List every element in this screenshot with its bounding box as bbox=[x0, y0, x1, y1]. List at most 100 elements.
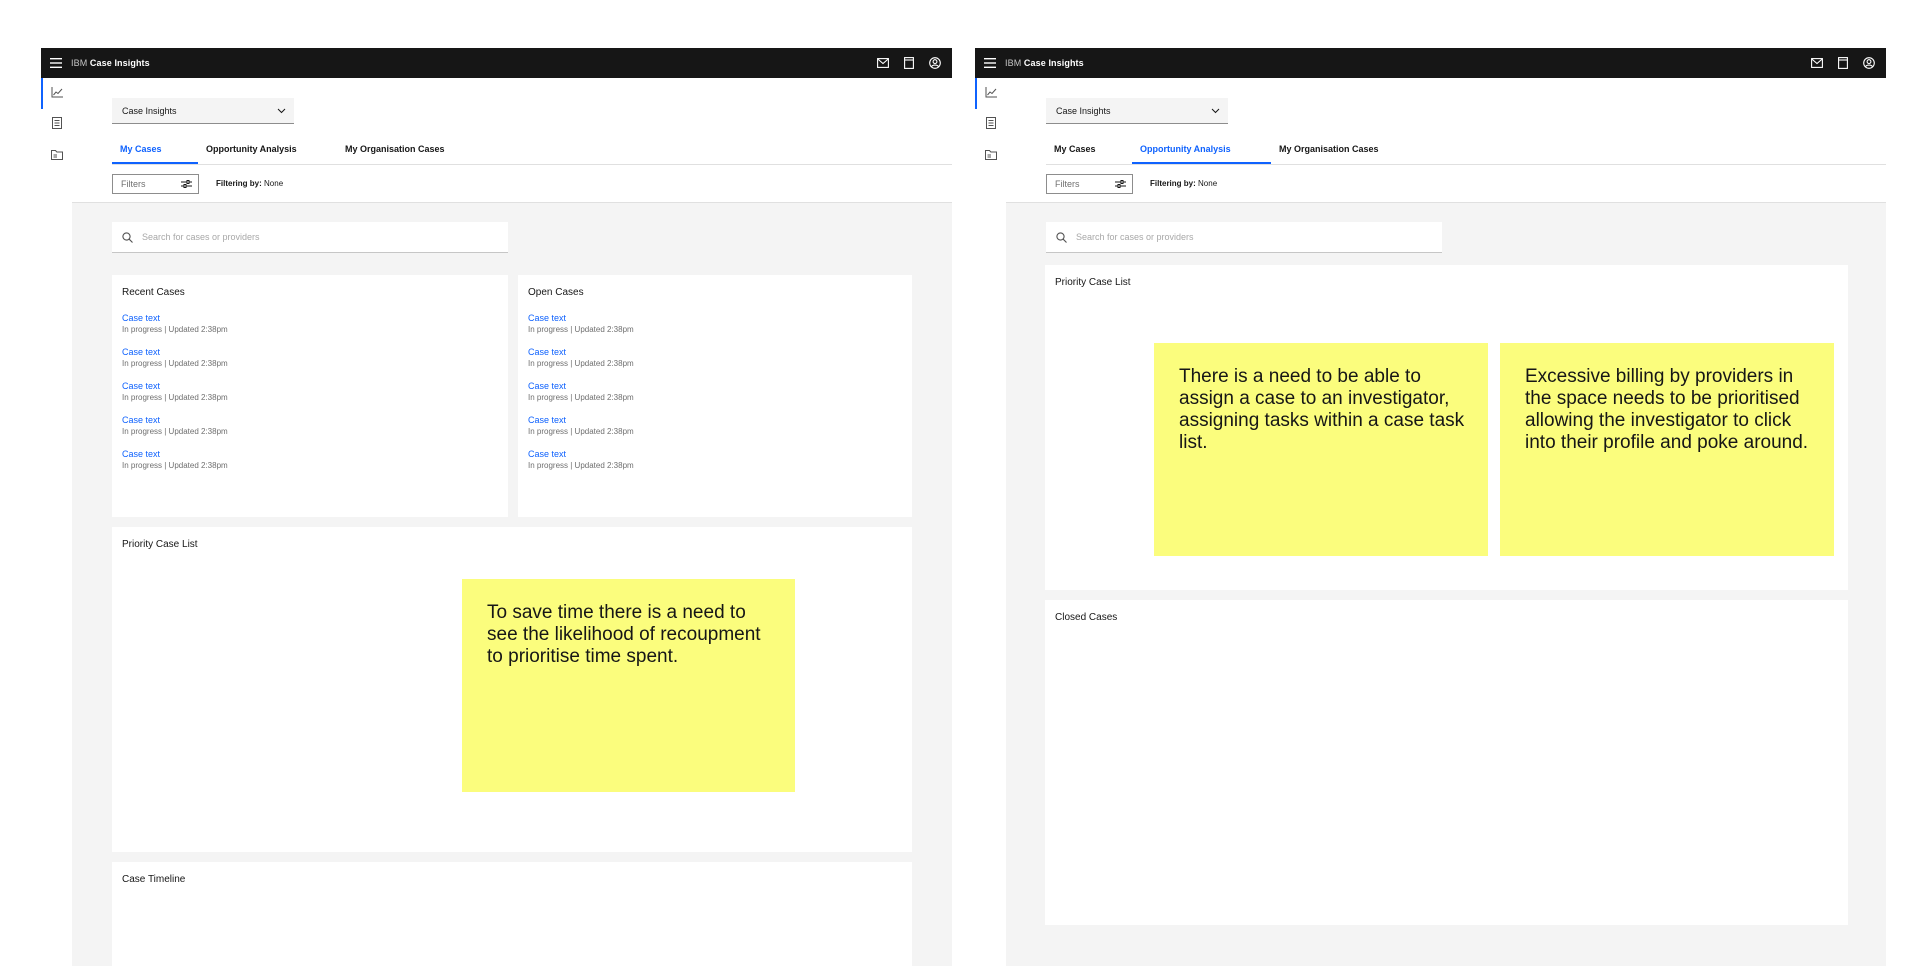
page-header: Case Insights My Cases Opportunity Analy… bbox=[1006, 78, 1886, 203]
tab-my-organisation-cases[interactable]: My Organisation Cases bbox=[337, 144, 457, 164]
case-link[interactable]: Case text bbox=[528, 449, 634, 460]
list-item: Case text In progress | Updated 2:38pm bbox=[122, 313, 228, 347]
analytics-chart-icon bbox=[985, 85, 997, 103]
folder-icon bbox=[50, 147, 63, 165]
case-status: In progress | Updated 2:38pm bbox=[528, 359, 634, 368]
mail-icon[interactable] bbox=[872, 48, 894, 78]
case-link[interactable]: Case text bbox=[528, 347, 634, 358]
document-list-icon bbox=[51, 116, 62, 134]
case-link[interactable]: Case text bbox=[528, 381, 634, 392]
filters-button[interactable]: Filters bbox=[1046, 174, 1133, 194]
open-cases-card: Open Cases Case text In progress | Update… bbox=[518, 275, 912, 517]
case-link[interactable]: Case text bbox=[528, 313, 634, 324]
tab-my-cases[interactable]: My Cases bbox=[1046, 144, 1132, 164]
page-header: Case Insights My Cases Opportunity Analy… bbox=[72, 78, 952, 203]
sticky-note: To save time there is a need to see the … bbox=[462, 579, 795, 792]
card-title: Recent Cases bbox=[122, 287, 185, 298]
notebook-icon[interactable] bbox=[1832, 48, 1854, 78]
case-status: In progress | Updated 2:38pm bbox=[528, 461, 634, 470]
product-name[interactable]: IBM Case Insights bbox=[1005, 58, 1084, 68]
top-bar: IBM Case Insights bbox=[41, 48, 952, 78]
case-status: In progress | Updated 2:38pm bbox=[122, 393, 228, 402]
case-link[interactable]: Case text bbox=[122, 415, 228, 426]
list-item: Case text In progress | Updated 2:38pm bbox=[528, 347, 634, 381]
filtering-status: Filtering by: None bbox=[216, 179, 284, 188]
card-title: Case Timeline bbox=[122, 874, 186, 885]
top-bar: IBM Case Insights bbox=[975, 48, 1886, 78]
sticky-note: Excessive billing by providers in the sp… bbox=[1500, 343, 1834, 556]
app-frame-opportunity-analysis: IBM Case Insights Case Insights My Cases… bbox=[975, 48, 1886, 966]
app-frame-my-cases: IBM Case Insights Case Insights My Cases… bbox=[41, 48, 952, 966]
card-title: Closed Cases bbox=[1055, 612, 1118, 623]
tab-opportunity-analysis[interactable]: Opportunity Analysis bbox=[1132, 144, 1271, 164]
case-status: In progress | Updated 2:38pm bbox=[122, 325, 228, 334]
case-link[interactable]: Case text bbox=[528, 415, 634, 426]
list-item: Case text In progress | Updated 2:38pm bbox=[528, 415, 634, 449]
list-item: Case text In progress | Updated 2:38pm bbox=[122, 415, 228, 449]
rail-item-analytics[interactable] bbox=[975, 78, 1006, 109]
tab-divider bbox=[1046, 164, 1886, 165]
list-item: Case text In progress | Updated 2:38pm bbox=[122, 449, 228, 483]
case-link[interactable]: Case text bbox=[122, 347, 228, 358]
recent-cases-card: Recent Cases Case text In progress | Upda… bbox=[112, 275, 508, 517]
search-placeholder: Search for cases or providers bbox=[142, 232, 260, 242]
tab-my-cases[interactable]: My Cases bbox=[112, 144, 198, 164]
open-cases-list: Case text In progress | Updated 2:38pm Ca… bbox=[528, 313, 634, 483]
tab-list: My Cases Opportunity Analysis My Organis… bbox=[112, 144, 457, 164]
recent-cases-list: Case text In progress | Updated 2:38pm Ca… bbox=[122, 313, 228, 483]
mail-icon[interactable] bbox=[1806, 48, 1828, 78]
case-status: In progress | Updated 2:38pm bbox=[528, 393, 634, 402]
header-actions bbox=[1806, 48, 1880, 78]
sticky-note: There is a need to be able to assign a c… bbox=[1154, 343, 1488, 556]
closed-cases-card: Closed Cases bbox=[1045, 600, 1848, 925]
case-status: In progress | Updated 2:38pm bbox=[122, 427, 228, 436]
product-dropdown[interactable]: Case Insights bbox=[1046, 98, 1228, 124]
search-input[interactable]: Search for cases or providers bbox=[112, 222, 508, 253]
rail-item-folders[interactable] bbox=[41, 140, 72, 171]
list-item: Case text In progress | Updated 2:38pm bbox=[528, 381, 634, 415]
notebook-icon[interactable] bbox=[898, 48, 920, 78]
search-icon bbox=[122, 232, 133, 245]
case-link[interactable]: Case text bbox=[122, 449, 228, 460]
hamburger-menu-icon[interactable] bbox=[975, 48, 1005, 78]
tab-divider bbox=[112, 164, 952, 165]
chevron-down-icon bbox=[277, 106, 286, 116]
case-status: In progress | Updated 2:38pm bbox=[122, 359, 228, 368]
case-link[interactable]: Case text bbox=[122, 313, 228, 324]
tab-opportunity-analysis[interactable]: Opportunity Analysis bbox=[198, 144, 337, 164]
folder-icon bbox=[984, 147, 997, 165]
filter-sliders-icon bbox=[1115, 179, 1126, 191]
user-avatar-icon[interactable] bbox=[924, 48, 946, 78]
main-content: Case Insights My Cases Opportunity Analy… bbox=[72, 78, 952, 966]
case-timeline-card: Case Timeline bbox=[112, 862, 912, 966]
filters-button[interactable]: Filters bbox=[112, 174, 199, 194]
tab-list: My Cases Opportunity Analysis My Organis… bbox=[1046, 144, 1391, 164]
document-list-icon bbox=[985, 116, 996, 134]
case-status: In progress | Updated 2:38pm bbox=[528, 427, 634, 436]
case-status: In progress | Updated 2:38pm bbox=[122, 461, 228, 470]
rail-item-documents[interactable] bbox=[975, 109, 1006, 140]
list-item: Case text In progress | Updated 2:38pm bbox=[528, 313, 634, 347]
filtering-status: Filtering by: None bbox=[1150, 179, 1218, 188]
hamburger-menu-icon[interactable] bbox=[41, 48, 71, 78]
rail-item-folders[interactable] bbox=[975, 140, 1006, 171]
list-item: Case text In progress | Updated 2:38pm bbox=[528, 449, 634, 483]
card-title: Priority Case List bbox=[122, 539, 198, 550]
product-name[interactable]: IBM Case Insights bbox=[71, 58, 150, 68]
list-item: Case text In progress | Updated 2:38pm bbox=[122, 347, 228, 381]
side-rail bbox=[975, 78, 1006, 966]
search-placeholder: Search for cases or providers bbox=[1076, 232, 1194, 242]
case-link[interactable]: Case text bbox=[122, 381, 228, 392]
list-item: Case text In progress | Updated 2:38pm bbox=[122, 381, 228, 415]
search-input[interactable]: Search for cases or providers bbox=[1046, 222, 1442, 253]
rail-item-analytics[interactable] bbox=[41, 78, 72, 109]
rail-item-documents[interactable] bbox=[41, 109, 72, 140]
user-avatar-icon[interactable] bbox=[1858, 48, 1880, 78]
product-dropdown[interactable]: Case Insights bbox=[112, 98, 294, 124]
analytics-chart-icon bbox=[51, 85, 63, 103]
case-status: In progress | Updated 2:38pm bbox=[528, 325, 634, 334]
tab-my-organisation-cases[interactable]: My Organisation Cases bbox=[1271, 144, 1391, 164]
card-title: Priority Case List bbox=[1055, 277, 1131, 288]
side-rail bbox=[41, 78, 72, 966]
header-actions bbox=[872, 48, 946, 78]
